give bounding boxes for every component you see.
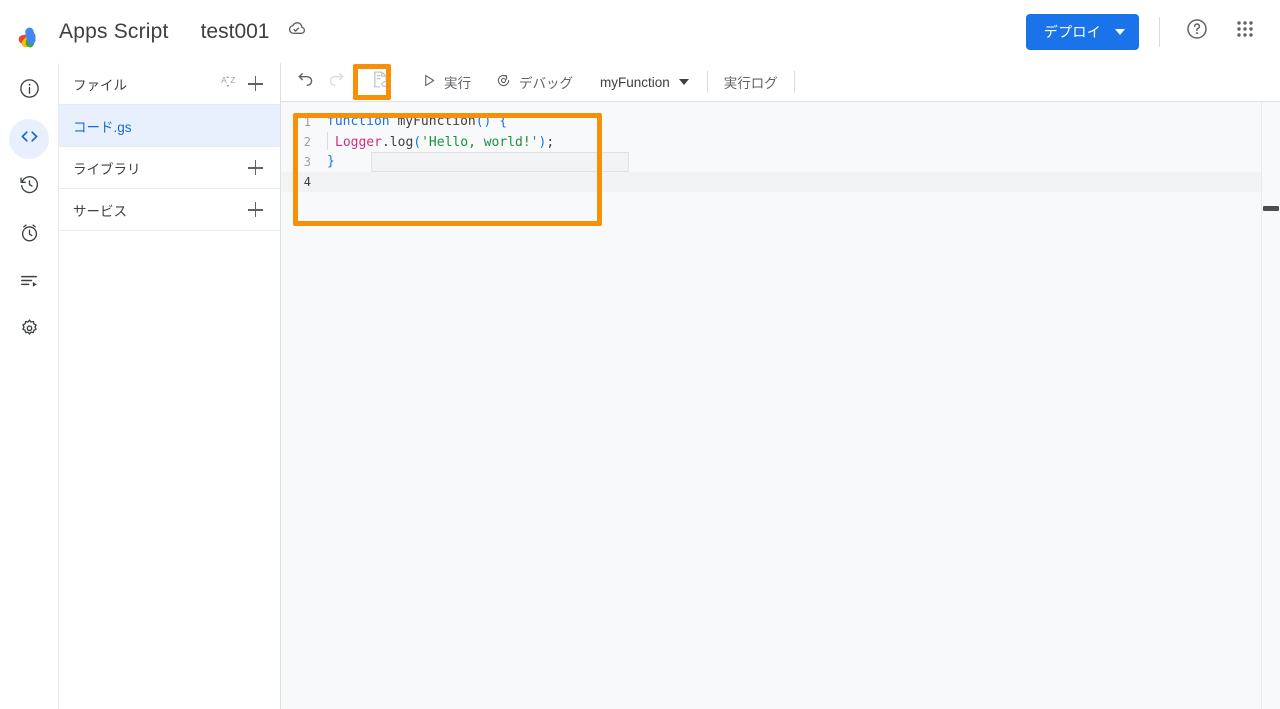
editor-vertical-scrollbar[interactable]: [1262, 102, 1280, 709]
debug-button[interactable]: デバッグ: [486, 67, 582, 97]
run-button[interactable]: 実行: [413, 67, 480, 97]
files-section-title: ファイル: [73, 77, 127, 93]
clock-history-icon: [18, 173, 41, 201]
topbar-divider: [1159, 16, 1160, 47]
code-line[interactable]: 3 }: [281, 152, 1280, 172]
list-play-icon: [18, 269, 41, 297]
info-circle-icon: [18, 77, 41, 105]
code-editor-region[interactable]: 1 function myFunction() { 2 Logger.log('…: [281, 102, 1280, 709]
debug-button-label: デバッグ: [519, 76, 573, 91]
token-paren-open: (: [413, 134, 422, 150]
token-builtin: Logger: [335, 134, 382, 150]
project-title[interactable]: test001: [201, 20, 270, 44]
code-line-active[interactable]: 4: [281, 152, 1280, 192]
apps-script-logo: [14, 15, 48, 49]
topbar-right-actions: デプロイ: [1025, 13, 1280, 50]
redo-button[interactable]: [321, 67, 351, 97]
token-method: .log: [381, 134, 414, 150]
token-semicolon: ;: [546, 134, 555, 150]
file-name: コード.gs: [73, 119, 132, 135]
cloud-check-icon: [285, 18, 307, 45]
add-file-button[interactable]: [242, 71, 268, 97]
token-parens: (): [475, 114, 492, 129]
line-number: 4: [303, 175, 311, 189]
token-function-name: myFunction: [397, 114, 476, 129]
svg-text:A: A: [221, 76, 227, 85]
toolbar-divider: [706, 71, 708, 93]
line-content: [325, 152, 629, 212]
services-section-header: サービス: [59, 189, 280, 231]
line-number: 2: [303, 135, 311, 149]
debug-bug-icon: [495, 72, 512, 92]
line-content: function myFunction() {: [325, 112, 507, 132]
run-button-label: 実行: [444, 76, 471, 91]
app-name: Apps Script: [59, 19, 169, 43]
indent-guide: [327, 131, 328, 150]
left-nav-rail: [0, 63, 59, 709]
save-to-cloud-button[interactable]: [365, 67, 395, 97]
code-line[interactable]: 1 function myFunction() {: [281, 112, 1280, 132]
play-triangle-icon: [422, 73, 437, 91]
sidebar-item-executions[interactable]: [9, 263, 49, 303]
save-to-cloud-icon: [370, 69, 391, 95]
plus-icon: [247, 202, 263, 217]
scrollbar-thumb[interactable]: [1263, 206, 1279, 211]
files-section-header: ファイル A Z: [59, 63, 280, 105]
services-section-title: サービス: [73, 203, 127, 219]
function-selector-dropdown[interactable]: myFunction: [592, 67, 697, 97]
apps-grid-icon: [1234, 18, 1256, 45]
line-number: 3: [303, 155, 311, 169]
libraries-section-title: ライブラリ: [73, 161, 141, 177]
add-library-button[interactable]: [242, 155, 268, 181]
token-keyword: function: [327, 114, 390, 129]
plus-icon: [247, 76, 263, 91]
add-service-button[interactable]: [242, 197, 268, 223]
function-selector-value: myFunction: [600, 74, 670, 90]
code-line[interactable]: 2 Logger.log('Hello, world!');: [281, 131, 1280, 153]
plus-icon: [247, 160, 263, 175]
libraries-section-header: ライブラリ: [59, 147, 280, 189]
sort-files-button[interactable]: A Z: [216, 71, 242, 97]
svg-text:Z: Z: [230, 76, 235, 85]
execution-log-button[interactable]: 実行ログ: [718, 67, 784, 97]
toolbar-divider: [793, 71, 795, 93]
brand-area[interactable]: Apps Script: [0, 15, 169, 49]
caret-down-icon: [1115, 28, 1125, 35]
sidebar-item-overview[interactable]: [9, 71, 49, 111]
line-content: Logger.log('Hello, world!');: [325, 131, 555, 153]
sidebar-item-editor[interactable]: [9, 119, 49, 159]
alarm-clock-icon: [18, 221, 41, 249]
file-explorer-panel: ファイル A Z コード.gs ライブラリ サービス: [59, 63, 281, 709]
top-app-bar: Apps Script test001 デプロイ: [0, 0, 1280, 63]
sort-alpha-icon: A Z: [220, 72, 239, 96]
gear-icon: [18, 317, 41, 345]
undo-arrow-icon: [296, 70, 316, 95]
google-apps-button[interactable]: [1228, 15, 1262, 49]
redo-arrow-icon: [326, 70, 346, 95]
files-list: コード.gs: [59, 105, 280, 147]
deploy-button-label: デプロイ: [1043, 23, 1101, 40]
sidebar-item-settings[interactable]: [9, 311, 49, 351]
token-string: 'Hello, world!': [421, 134, 539, 150]
code-brackets-icon: [18, 125, 41, 153]
drive-save-status[interactable]: [285, 18, 307, 45]
token-brace: {: [499, 114, 508, 129]
undo-button[interactable]: [291, 67, 321, 97]
execution-log-label: 実行ログ: [723, 76, 778, 91]
help-button[interactable]: [1180, 15, 1214, 49]
help-circle-icon: [1185, 17, 1209, 46]
deploy-button[interactable]: デプロイ: [1025, 13, 1139, 50]
list-item-file-code-gs[interactable]: コード.gs: [59, 105, 280, 147]
editor-toolbar: 実行 デバッグ myFunction 実行ログ: [281, 63, 1280, 102]
line-number: 1: [303, 115, 311, 129]
caret-down-icon: [678, 79, 689, 85]
sidebar-item-history[interactable]: [9, 167, 49, 207]
sidebar-item-triggers[interactable]: [9, 215, 49, 255]
code-surface[interactable]: 1 function myFunction() { 2 Logger.log('…: [281, 112, 1280, 192]
